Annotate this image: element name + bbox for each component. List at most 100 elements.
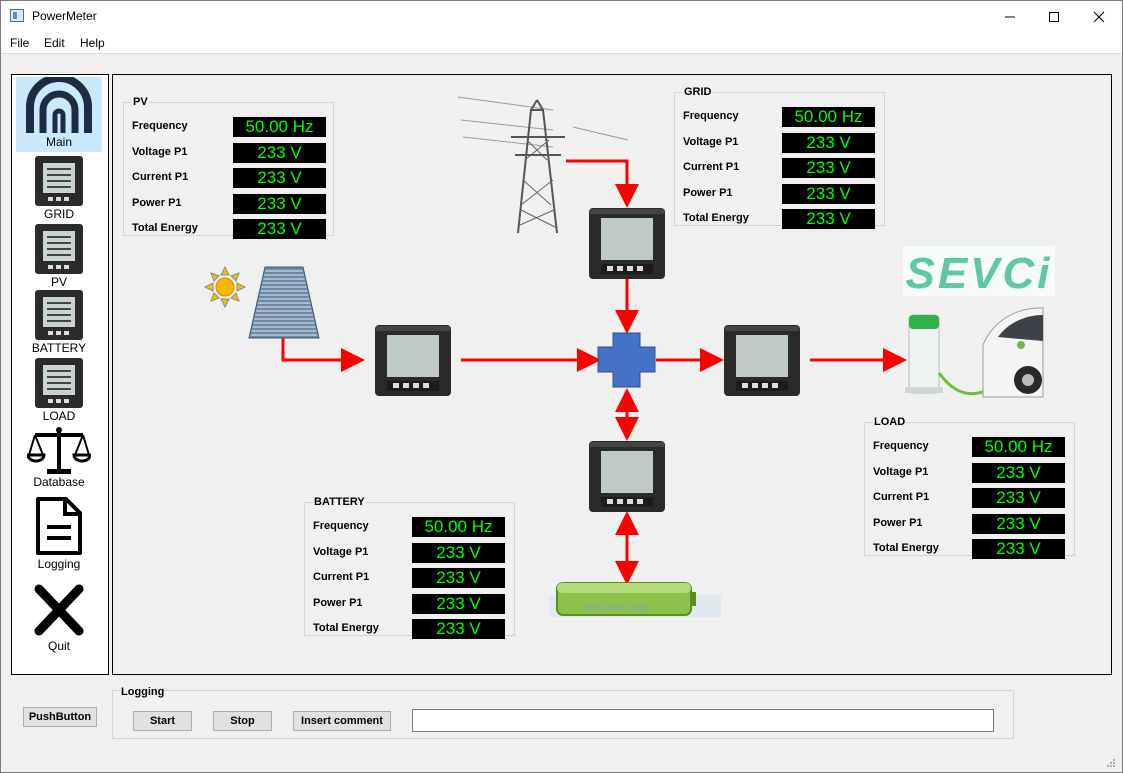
menu-edit[interactable]: Edit: [44, 36, 65, 50]
load-energy-value: 233 V: [972, 539, 1065, 559]
logging-group-title: Logging: [120, 686, 166, 698]
title-bar: PowerMeter: [1, 1, 1122, 32]
power-meter-icon: [35, 290, 83, 340]
start-logging-button[interactable]: Start: [133, 711, 192, 731]
sidebar-item-battery[interactable]: BATTERY: [16, 289, 102, 355]
menu-separator: [1, 53, 1122, 54]
sidebar-item-quit[interactable]: Quit: [16, 579, 102, 661]
battery-current-value: 233 V: [412, 568, 505, 588]
battery-power-value: 233 V: [412, 594, 505, 614]
main-panel: Window Snip SEVCi PV Frequency 50.00 Hz …: [112, 74, 1112, 675]
menu-help[interactable]: Help: [80, 36, 105, 50]
load-power-label: Power P1: [873, 517, 923, 529]
balance-scale-icon: [27, 427, 91, 474]
pv-power-value: 233 V: [233, 194, 326, 214]
grid-frequency-label: Frequency: [683, 110, 739, 122]
pv-power-meter-icon: [375, 325, 451, 396]
pv-energy-value: 233 V: [233, 219, 326, 239]
sevci-logo-icon: SEVCi: [903, 246, 1055, 298]
grid-power-label: Power P1: [683, 187, 733, 199]
battery-voltage-label: Voltage P1: [313, 546, 369, 558]
maximize-icon: [1049, 11, 1059, 22]
pv-current-label: Current P1: [132, 171, 189, 183]
pv-current-value: 233 V: [233, 168, 326, 188]
menu-bar: File Edit Help: [1, 32, 1122, 53]
sidebar-item-logging[interactable]: Logging: [16, 495, 102, 577]
load-current-value: 233 V: [972, 488, 1065, 508]
battery-current-label: Current P1: [313, 571, 370, 583]
sidebar: Main GRID PV BATTERY LOAD Database Loggi…: [11, 74, 109, 675]
insert-comment-button[interactable]: Insert comment: [293, 711, 391, 731]
sidebar-item-label: GRID: [44, 207, 74, 221]
pv-group: PV Frequency 50.00 Hz Voltage P1 233 V C…: [123, 96, 334, 239]
sidebar-item-label: Quit: [47, 639, 70, 653]
close-window-button[interactable]: [1076, 1, 1122, 32]
battery-frequency-value: 50.00 Hz: [412, 517, 505, 537]
group-title: GRID: [683, 86, 713, 98]
battery-energy-value: 233 V: [412, 619, 505, 639]
sidebar-item-label: Database: [33, 475, 85, 489]
group-title: BATTERY: [313, 496, 366, 508]
pv-arrow: [281, 338, 365, 372]
stop-logging-button[interactable]: Stop: [213, 711, 272, 731]
load-voltage-label: Voltage P1: [873, 466, 929, 478]
sidebar-item-label: BATTERY: [31, 341, 87, 355]
pv-energy-label: Total Energy: [132, 222, 198, 234]
sevci-logo-text: SEVCi: [905, 249, 1052, 298]
resize-grip-icon[interactable]: [1106, 758, 1116, 768]
sidebar-item-pv[interactable]: PV: [16, 223, 102, 289]
battery-group: BATTERY Frequency 50.00 Hz Voltage P1 23…: [304, 496, 515, 639]
pv-frequency-label: Frequency: [132, 120, 188, 132]
close-icon: [1093, 11, 1105, 22]
pv-voltage-value: 233 V: [233, 143, 326, 163]
sidebar-item-label: Logging: [37, 557, 81, 571]
close-x-icon: [34, 584, 84, 636]
minimize-icon: [1005, 16, 1015, 17]
grid-voltage-label: Voltage P1: [683, 136, 739, 148]
power-meter-icon: [35, 358, 83, 408]
junction-cross-icon: [597, 332, 656, 388]
comment-input[interactable]: [412, 709, 994, 732]
grid-arrow: [566, 159, 639, 208]
sidebar-item-load[interactable]: LOAD: [16, 357, 102, 423]
minimize-button[interactable]: [987, 1, 1033, 32]
sidebar-item-grid[interactable]: GRID: [16, 155, 102, 221]
grid-energy-label: Total Energy: [683, 212, 749, 224]
load-current-label: Current P1: [873, 491, 930, 503]
pv-frequency-value: 50.00 Hz: [233, 117, 326, 137]
battery-power-label: Power P1: [313, 597, 363, 609]
power-meter-icon: [35, 156, 83, 206]
battery-caption: Window Snip: [585, 602, 649, 614]
electric-car-icon: [982, 307, 1044, 398]
push-button[interactable]: PushButton: [23, 707, 97, 727]
group-title: LOAD: [873, 416, 907, 428]
load-frequency-label: Frequency: [873, 440, 929, 452]
window-title: PowerMeter: [32, 9, 97, 23]
sidebar-item-database[interactable]: Database: [16, 425, 102, 493]
sidebar-item-main[interactable]: Main: [16, 77, 102, 152]
grid-power-value: 233 V: [782, 184, 875, 204]
battery-frequency-label: Frequency: [313, 520, 369, 532]
power-meter-icon: [35, 224, 83, 274]
load-energy-label: Total Energy: [873, 542, 939, 554]
grid-voltage-value: 233 V: [782, 133, 875, 153]
logging-group: Logging Start Stop Insert comment: [112, 686, 1014, 739]
load-voltage-value: 233 V: [972, 463, 1065, 483]
load-frequency-value: 50.00 Hz: [972, 437, 1065, 457]
battery-voltage-value: 233 V: [412, 543, 505, 563]
sidebar-item-label: Main: [45, 135, 72, 149]
grid-group: GRID Frequency 50.00 Hz Voltage P1 233 V…: [674, 86, 885, 229]
grid-energy-value: 233 V: [782, 209, 875, 229]
solar-panel-icon: [248, 266, 320, 339]
sidebar-item-label: LOAD: [42, 409, 76, 423]
app-icon: [10, 9, 24, 22]
pv-voltage-label: Voltage P1: [132, 146, 188, 158]
maximize-button[interactable]: [1031, 1, 1077, 32]
pv-power-label: Power P1: [132, 197, 182, 209]
menu-file[interactable]: File: [10, 36, 29, 50]
load-power-value: 233 V: [972, 514, 1065, 534]
grid-current-value: 233 V: [782, 158, 875, 178]
group-title: PV: [132, 96, 149, 108]
grid-power-meter-icon: [589, 208, 665, 279]
document-icon: [36, 497, 82, 555]
